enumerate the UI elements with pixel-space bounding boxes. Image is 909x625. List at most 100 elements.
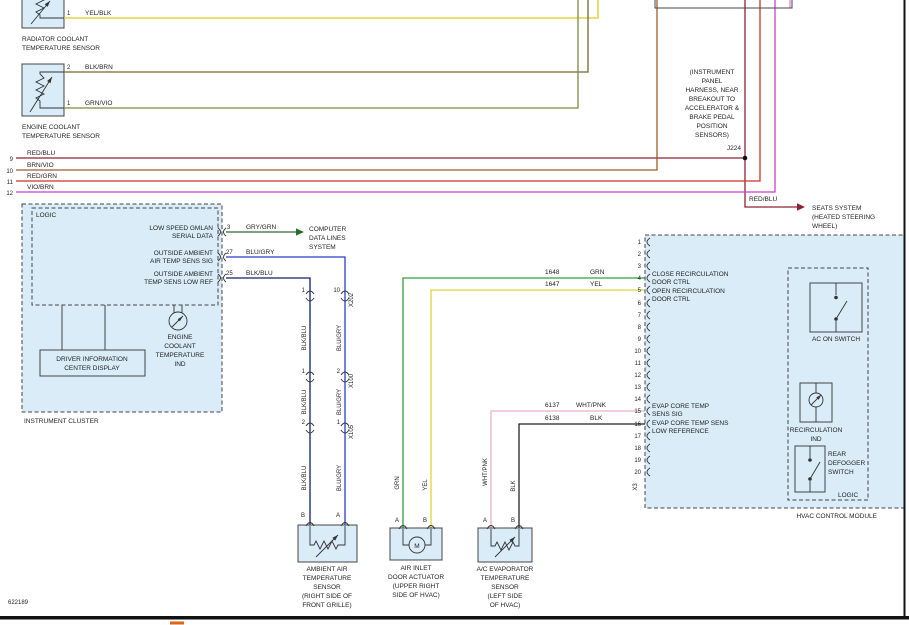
- component-label: (RIGHT SIDE OF: [302, 593, 352, 600]
- pin-number: 7: [638, 313, 642, 319]
- note-line: PANEL: [702, 78, 723, 85]
- pin-number: 18: [634, 446, 641, 452]
- destination-label: COMPUTER: [309, 226, 347, 233]
- component-label: SIDE OF HVAC): [392, 592, 440, 599]
- pin-number: 11: [635, 361, 642, 367]
- wire-label: WHT/PNK: [576, 402, 607, 409]
- engine-coolant-temp-sensor: 2 BLK/BRN 1 GRN/VIO ENGINE COOLANT TEMPE…: [22, 64, 113, 140]
- pin-number: 25: [226, 271, 233, 277]
- bus-wires: 9 RED/BLU 10 BRN/VIO 11 RED/GRN 12 VIO/B…: [6, 0, 797, 207]
- logic-label: LOGIC: [36, 212, 57, 219]
- pin-letter: B: [511, 518, 515, 524]
- pin-number: 4: [638, 276, 642, 282]
- logic-label: LOGIC: [838, 492, 859, 499]
- component-label: ENGINE COOLANT: [22, 124, 80, 131]
- note-line: POSITION: [696, 123, 727, 130]
- pin-number: 14: [634, 397, 641, 403]
- module-title: INSTRUMENT CLUSTER: [24, 418, 99, 425]
- signal-label: DOOR CTRL: [652, 296, 691, 303]
- wire-red-grn: [16, 0, 760, 181]
- component-label: TEMPERATURE: [303, 575, 352, 582]
- switch-label: DEFOGGER: [828, 460, 866, 467]
- pin-letter: B: [423, 518, 427, 524]
- pin-number: 1: [67, 101, 71, 107]
- pin-letter: A: [336, 513, 340, 519]
- note-line: HARNESS, NEAR: [685, 87, 738, 94]
- pin-number: 2: [638, 252, 642, 258]
- pin-number: 1: [302, 288, 306, 294]
- page-border-bottom: [0, 616, 909, 620]
- connector-name: X202: [349, 292, 355, 307]
- component-label: AMBIENT AIR: [306, 566, 347, 573]
- connector-name: X105: [349, 424, 355, 439]
- wire-wht-pnk-6137: [491, 411, 648, 528]
- splice-j224-dot: [743, 156, 748, 161]
- switch-contact: [808, 458, 812, 462]
- hvac-control-module: HVAC CONTROL MODULE 1 2 3 4 5 6 7 8 9 10…: [633, 235, 905, 520]
- circuit-number: 6137: [545, 402, 560, 409]
- vertical-wire-color-labels: BLK/BLU BLU/GRY BLK/BLU BLU/GRY BLK/BLU …: [302, 325, 343, 491]
- signal-label: EVAP CORE TEMP: [652, 403, 709, 410]
- wire-number: 12: [6, 191, 13, 197]
- component-label: DOOR ACTUATOR: [388, 574, 444, 581]
- wire-yel-blk: [64, 0, 598, 18]
- wire-label: BLK/BLU: [302, 326, 308, 351]
- wire-label: GRY/GRN: [246, 224, 277, 231]
- module-title: HVAC CONTROL MODULE: [796, 513, 877, 520]
- pin-number: 1: [337, 420, 341, 426]
- wire-label: RED/BLU: [27, 150, 55, 157]
- wire-label: BLK/BLU: [302, 390, 308, 415]
- component-label: (UPPER RIGHT: [393, 583, 440, 590]
- wire-brn-vio: [16, 0, 657, 170]
- wire-vio-brn: [16, 0, 775, 192]
- circuit-number: 1647: [545, 281, 560, 288]
- wire-label: YEL: [590, 281, 603, 288]
- destination-label: SEATS SYSTEM: [812, 205, 861, 212]
- pin-number: 15: [634, 409, 641, 415]
- motor-letter: M: [414, 543, 419, 550]
- pin-number: 10: [333, 288, 340, 294]
- wire-label: VIO/BRN: [27, 184, 54, 191]
- wire-blu-gry: [226, 257, 345, 525]
- circuit-number: 1648: [545, 269, 560, 276]
- switch-contact: [834, 296, 838, 300]
- indicator-label: COOLANT: [164, 343, 195, 350]
- pin-letter: B: [301, 513, 305, 519]
- j224-note: (INSTRUMENT PANEL HARNESS, NEAR BREAKOUT…: [685, 69, 742, 152]
- pin-number: 1: [638, 240, 642, 246]
- destination-label: (HEATED STEERING: [812, 214, 875, 221]
- wire-label: BLU/GRY: [246, 249, 275, 256]
- signal-label: OUTSIDE AMBIENT: [154, 271, 213, 278]
- component-label: AIR INLET: [400, 565, 431, 572]
- pin-number: 12: [634, 373, 641, 379]
- sensor-box: [298, 525, 357, 562]
- wiring-diagram-page: 1 YEL/BLK RADIATOR COOLANT TEMPERATURE S…: [0, 0, 909, 625]
- top-connector-box: [655, 0, 792, 8]
- wire-label: GRN/VIO: [85, 100, 112, 107]
- component-label: OF HVAC): [490, 602, 521, 609]
- sensor-box: [22, 0, 64, 28]
- instrument-cluster: LOGIC INSTRUMENT CLUSTER LOW SPEED GMLAN…: [22, 204, 347, 425]
- radiator-coolant-temp-sensor: 1 YEL/BLK RADIATOR COOLANT TEMPERATURE S…: [22, 0, 112, 52]
- signal-label: OPEN RECIRCULATION: [652, 288, 725, 295]
- signal-label: CLOSE RECIRCULATION: [652, 271, 729, 278]
- wire-label: YEL/BLK: [85, 10, 112, 17]
- destination-label: DATA LINES: [309, 235, 346, 242]
- signal-label: SERIAL DATA: [172, 233, 214, 240]
- wire-yel-1647: [431, 290, 648, 528]
- signal-label: DOOR CTRL: [652, 279, 691, 286]
- pin-number: 8: [638, 325, 642, 331]
- wire-grn-vio: [64, 0, 578, 108]
- splice-name: J224: [727, 145, 741, 152]
- destination-arrow: [296, 228, 304, 235]
- wire-number: 10: [6, 169, 13, 175]
- note-line: SENSORS): [695, 132, 729, 139]
- pin-number: 20: [634, 470, 641, 476]
- wire-blk-6138: [519, 424, 648, 528]
- pin-letter: A: [395, 518, 399, 524]
- signal-label: LOW SPEED GMLAN: [149, 225, 213, 232]
- pin-number: 1: [67, 11, 71, 17]
- indicator-label: IND: [810, 436, 822, 443]
- wire-grn-1648: [403, 278, 648, 528]
- note-line: (INSTRUMENT: [690, 69, 735, 76]
